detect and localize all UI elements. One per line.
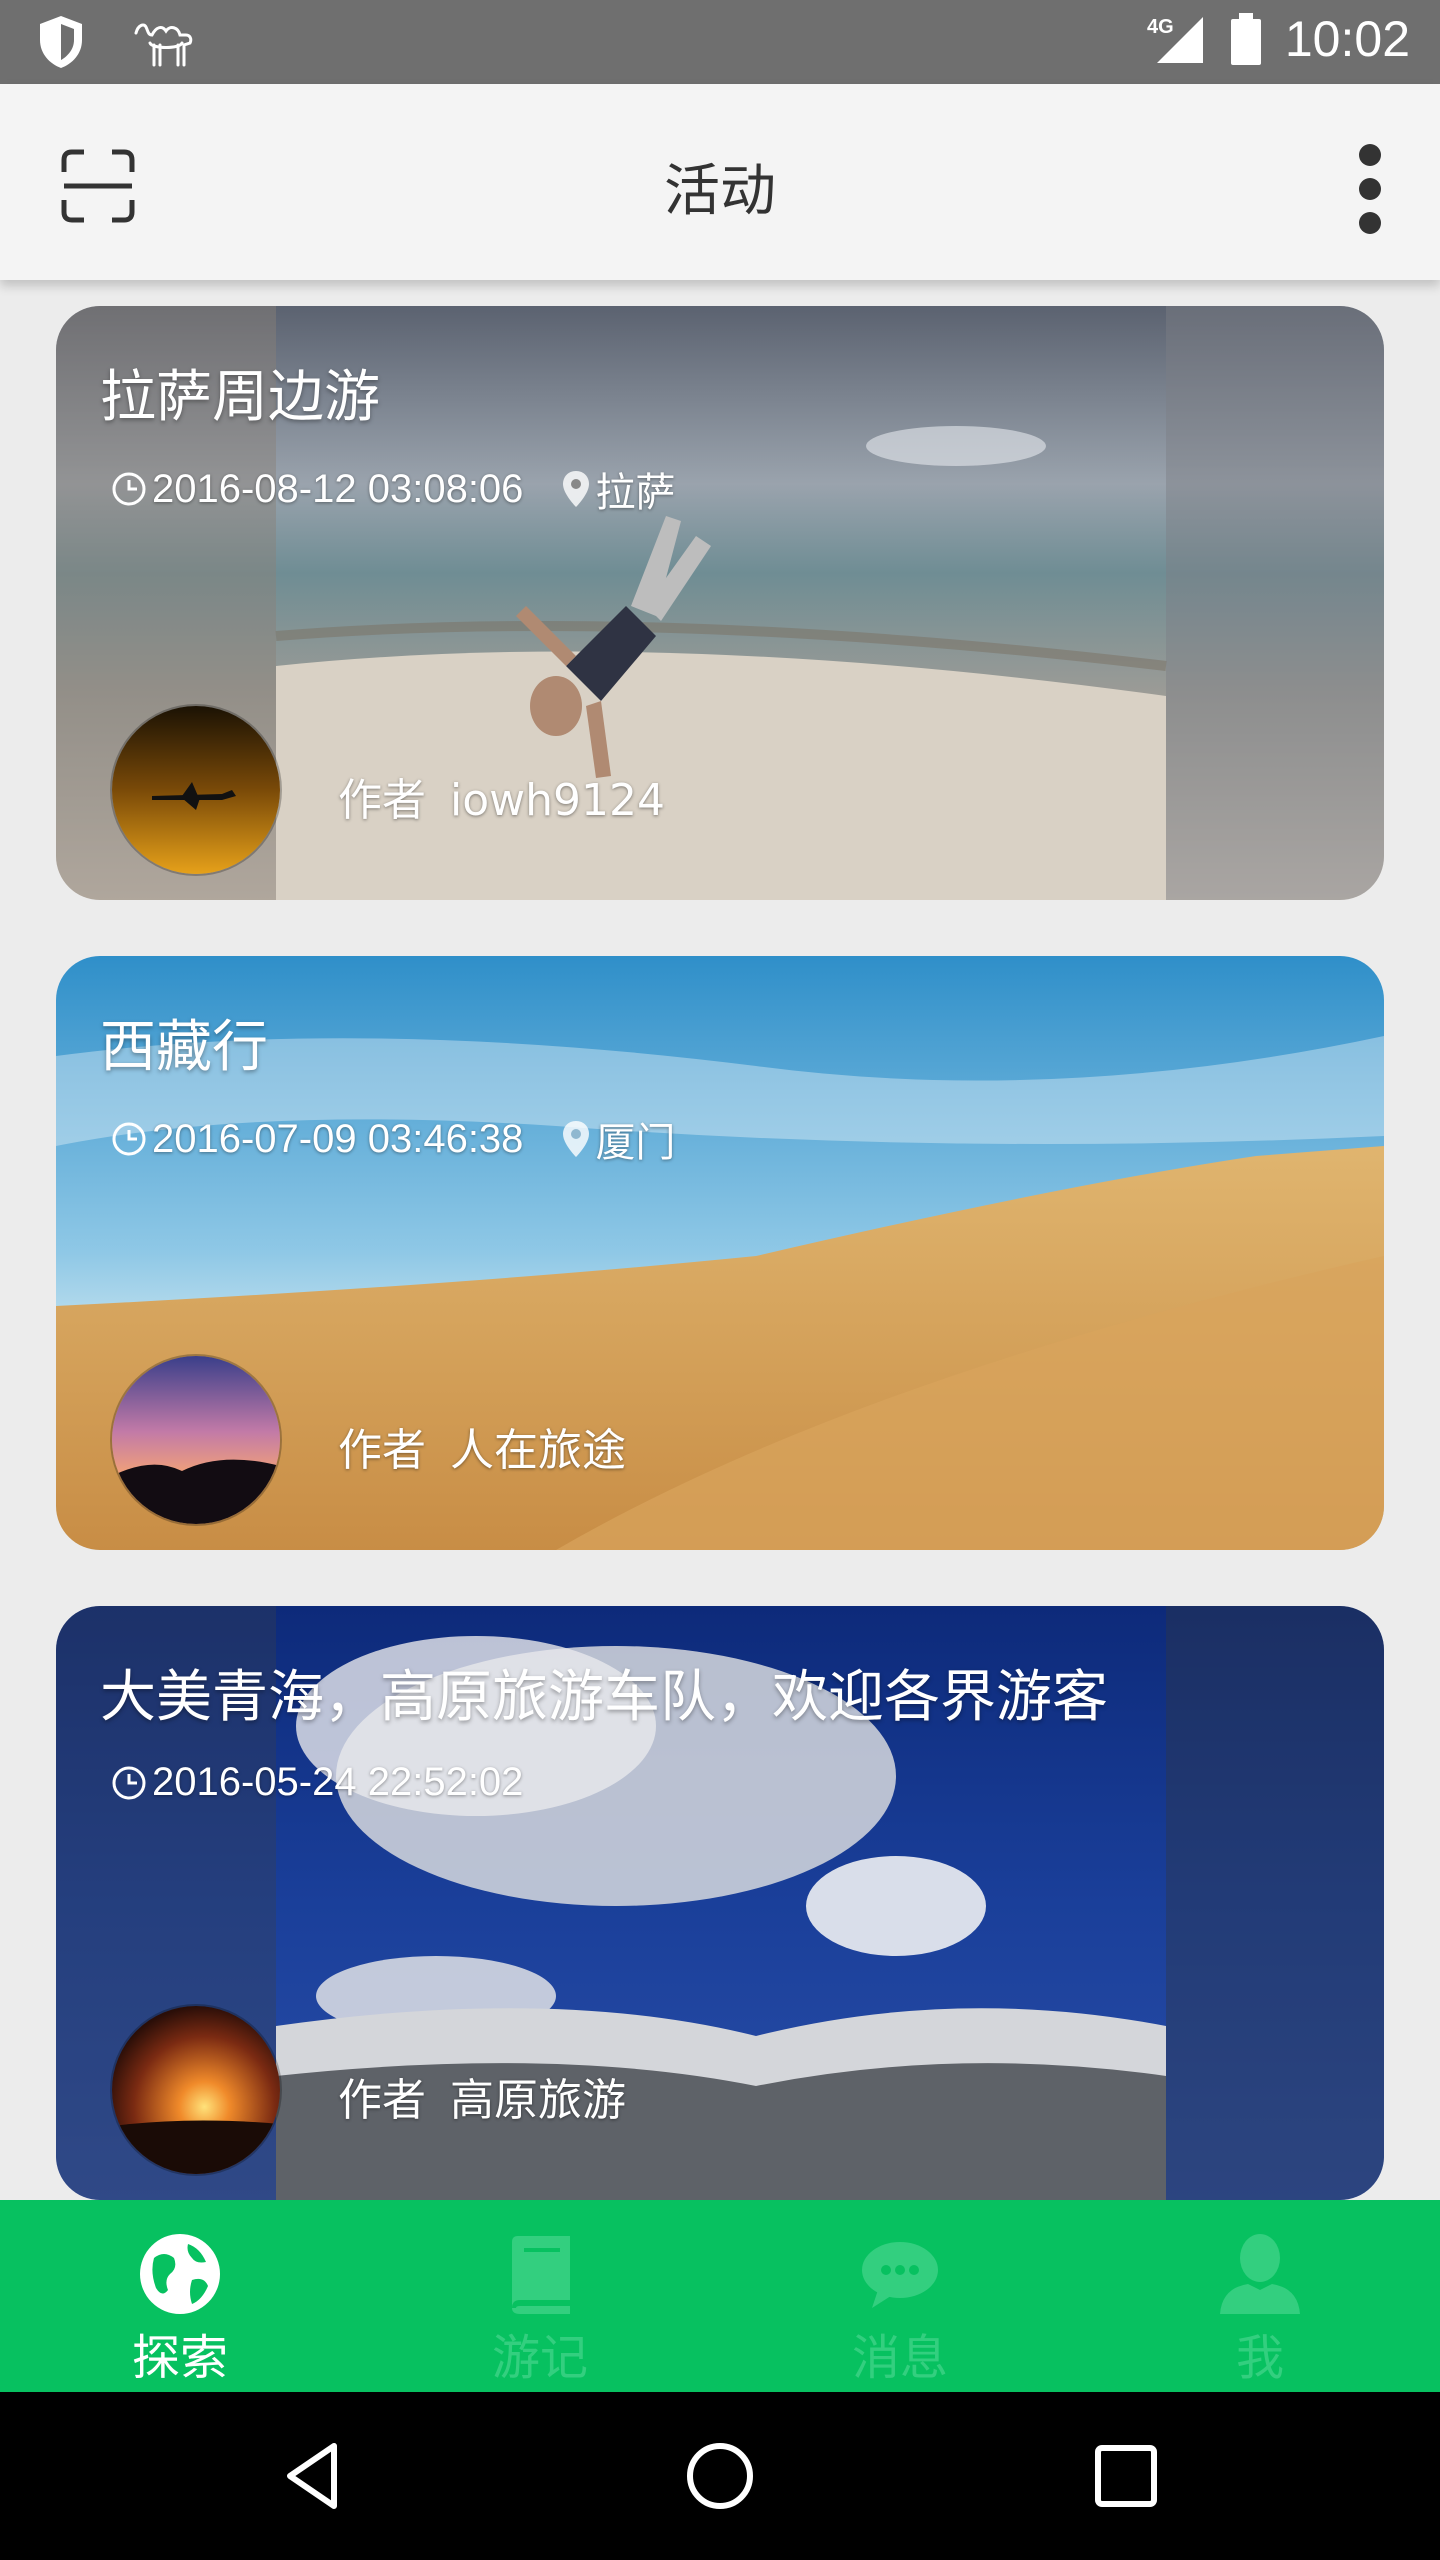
card-datetime: 2016-08-12 03:08:06 xyxy=(152,466,524,511)
author-label: 作者 xyxy=(338,775,426,826)
avatar[interactable] xyxy=(112,706,280,874)
card-datetime: 2016-07-09 03:46:38 xyxy=(152,1116,524,1161)
location-pin-icon xyxy=(563,471,590,507)
system-nav-bar xyxy=(0,2392,1440,2560)
page-title: 活动 xyxy=(664,159,776,224)
person-icon xyxy=(1220,2234,1300,2314)
battery-icon xyxy=(1230,13,1261,65)
card-meta: 2016-07-09 03:46:38 厦门 xyxy=(110,1110,675,1168)
nav-item-messages[interactable]: 消息 xyxy=(720,2200,1080,2392)
author-label: 作者 xyxy=(338,2075,426,2126)
card-location: 厦门 xyxy=(595,1121,676,1165)
activity-card[interactable]: 西藏行 2016-07-09 03:46:38 厦门 作者 人在旅途 xyxy=(56,956,1384,1550)
signal-icon: 4G xyxy=(1147,16,1203,63)
app-bar: 活动 xyxy=(0,84,1440,280)
author-name: 人在旅途 xyxy=(450,1425,626,1476)
home-icon[interactable] xyxy=(672,2428,768,2524)
back-icon[interactable] xyxy=(268,2428,364,2524)
author-name: iowh9124 xyxy=(450,775,665,826)
location-pin-icon xyxy=(563,1121,590,1157)
nav-item-me[interactable]: 我 xyxy=(1080,2200,1440,2392)
activity-card[interactable]: 拉萨周边游 2016-08-12 03:08:06 拉萨 作者 iowh9124 xyxy=(56,306,1384,900)
clock-icon xyxy=(112,1766,146,1799)
card-meta: 2016-05-24 22:52:02 xyxy=(110,1760,523,1805)
shield-icon xyxy=(40,16,82,68)
activity-card[interactable]: 大美青海，高原旅游车队，欢迎各界游客 2016-05-24 22:52:02 作… xyxy=(56,1606,1384,2200)
status-bar: 4G 10:02 xyxy=(0,0,1440,84)
nav-item-explore[interactable]: 探索 xyxy=(0,2200,360,2392)
activity-list[interactable]: 拉萨周边游 2016-08-12 03:08:06 拉萨 作者 iowh9124… xyxy=(0,280,1440,2200)
author-label: 作者 xyxy=(338,1425,426,1476)
nav-label: 消息 xyxy=(851,2330,948,2386)
nav-label: 游记 xyxy=(491,2330,588,2386)
nav-item-travelogue[interactable]: 游记 xyxy=(360,2200,720,2392)
author-name: 高原旅游 xyxy=(450,2075,626,2126)
bottom-nav: 探索 游记 消息 我 xyxy=(0,2200,1440,2392)
card-author: 作者 高原旅游 xyxy=(338,2064,626,2128)
recents-icon[interactable] xyxy=(1078,2428,1174,2524)
nav-label: 探索 xyxy=(131,2330,228,2386)
card-title: 西藏行 xyxy=(100,1015,268,1080)
camel-icon xyxy=(134,23,193,67)
clock-icon xyxy=(112,472,146,506)
card-meta: 2016-08-12 03:08:06 拉萨 xyxy=(110,460,675,518)
card-title: 大美青海，高原旅游车队，欢迎各界游客 xyxy=(100,1665,1108,1730)
status-time: 10:02 xyxy=(1284,11,1410,67)
globe-icon xyxy=(140,2234,220,2314)
card-title: 拉萨周边游 xyxy=(100,365,380,430)
card-datetime: 2016-05-24 22:52:02 xyxy=(152,1760,524,1804)
nav-label: 我 xyxy=(1235,2330,1284,2386)
chat-bubble-icon xyxy=(862,2242,938,2308)
avatar[interactable] xyxy=(112,2006,280,2174)
clock-icon xyxy=(112,1122,146,1156)
more-vert-icon[interactable] xyxy=(1350,136,1390,236)
network-label: 4G xyxy=(1147,16,1174,38)
card-author: 作者 iowh9124 xyxy=(338,764,665,828)
book-icon xyxy=(512,2236,570,2314)
avatar[interactable] xyxy=(112,1356,280,1524)
card-location: 拉萨 xyxy=(595,471,676,515)
card-author: 作者 人在旅途 xyxy=(338,1414,626,1478)
